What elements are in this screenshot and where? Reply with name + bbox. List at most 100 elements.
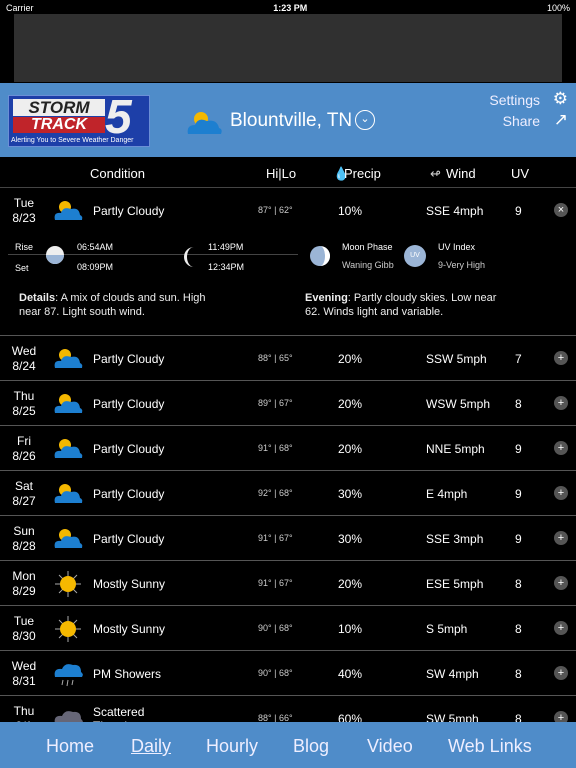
location-name[interactable]: Blountville, TN	[230, 110, 352, 132]
expanded-day: Tue 8/23 Partly Cloudy 87° | 62° 10% SSE …	[0, 188, 576, 335]
col-precip: Precip	[344, 166, 381, 181]
share-button[interactable]: Share	[503, 113, 540, 129]
tab-home[interactable]: Home	[46, 736, 94, 757]
gear-icon[interactable]: ⚙	[553, 89, 568, 109]
day: Tue	[13, 196, 35, 210]
tab-hourly[interactable]: Hourly	[206, 736, 258, 757]
partly-cloudy-icon	[52, 346, 84, 373]
table-row[interactable]: Wed 8/31 PM Showers 90° | 68° 40% SW 4mph…	[0, 650, 576, 695]
precip: 40%	[338, 667, 363, 681]
showers-icon	[52, 661, 84, 690]
table-row[interactable]: Sat 8/27 Partly Cloudy 92° | 68° 30% E 4m…	[0, 470, 576, 515]
tab-video[interactable]: Video	[367, 736, 413, 757]
hilo: 91° | 67°	[258, 533, 293, 543]
moonrise: 11:49PM	[208, 242, 244, 252]
expand-button[interactable]: +	[554, 531, 568, 545]
day: Thu	[13, 704, 35, 718]
day: Fri	[17, 434, 31, 448]
date: 8/28	[12, 539, 36, 553]
expand-button[interactable]: +	[554, 441, 568, 455]
wind: E 4mph	[426, 487, 468, 501]
col-uv: UV	[511, 166, 530, 181]
table-row[interactable]: Tue 8/23 Partly Cloudy 87° | 62° 10% SSE …	[0, 188, 576, 233]
rise-label: Rise	[15, 242, 34, 252]
tab-daily[interactable]: Daily	[131, 736, 171, 757]
uv: 8	[515, 577, 522, 591]
condition: Mostly Sunny	[93, 577, 166, 591]
uv: 9	[515, 204, 522, 218]
expand-button[interactable]: +	[554, 576, 568, 590]
collapse-button[interactable]: ×	[554, 203, 568, 217]
partly-cloudy-icon	[52, 481, 84, 508]
wind-icon: ↫	[430, 166, 441, 181]
table-row[interactable]: Wed 8/24 Partly Cloudy 88° | 65° 20% SSW …	[0, 335, 576, 380]
col-condition: Condition	[90, 166, 145, 181]
tab-blog[interactable]: Blog	[293, 736, 329, 757]
table-row[interactable]: Sun 8/28 Partly Cloudy 91° | 67° 30% SSE …	[0, 515, 576, 560]
date: 8/25	[12, 404, 36, 418]
partly-cloudy-icon	[52, 436, 84, 463]
day: Wed	[11, 659, 37, 673]
wind: SW 4mph	[426, 667, 479, 681]
hilo: 90° | 68°	[258, 623, 293, 633]
date: 8/23	[12, 211, 36, 225]
col-hilo: Hi|Lo	[266, 166, 297, 181]
sunset: 08:09PM	[77, 262, 114, 272]
condition: Partly Cloudy	[93, 487, 165, 501]
tab-web-links[interactable]: Web Links	[448, 736, 532, 757]
precip: 10%	[338, 622, 363, 636]
evening-text: Evening: Partly cloudy skies. Low near 6…	[305, 292, 497, 318]
partly-cloudy-icon	[52, 526, 84, 553]
settings-button[interactable]: Settings	[489, 92, 540, 108]
hilo: 92° | 68°	[258, 488, 293, 498]
table-row[interactable]: Fri 8/26 Partly Cloudy 91° | 68° 20% NNE …	[0, 425, 576, 470]
date: 8/30	[12, 629, 36, 643]
condition: Partly Cloudy	[93, 442, 165, 456]
day: Thu	[13, 389, 35, 403]
expand-button[interactable]: +	[554, 621, 568, 635]
precip: 20%	[338, 352, 363, 366]
moon-phase: Waning Gibbous	[342, 260, 394, 270]
condition: Mostly Sunny	[93, 622, 166, 636]
day: Wed	[11, 344, 37, 358]
share-icon[interactable]: ↗	[554, 110, 568, 130]
uv: 7	[515, 352, 522, 366]
table-row[interactable]: Tue 8/30 Mostly Sunny 90° | 68° 10% S 5mp…	[0, 605, 576, 650]
hilo: 91° | 67°	[258, 578, 293, 588]
expand-button[interactable]: +	[554, 351, 568, 365]
sunrise: 06:54AM	[77, 242, 114, 252]
expand-button[interactable]: +	[554, 396, 568, 410]
date: 8/29	[12, 584, 36, 598]
set-label: Set	[15, 263, 29, 273]
precip: 10%	[338, 204, 363, 218]
hilo: 87° | 62°	[258, 205, 293, 215]
expand-button[interactable]: +	[554, 666, 568, 680]
details-text: Details: A mix of clouds and sun. High n…	[19, 292, 206, 318]
wind: ESE 5mph	[426, 577, 484, 591]
carrier: Carrier	[6, 3, 34, 13]
ad-banner[interactable]	[14, 14, 562, 82]
moon-phase-icon	[309, 245, 331, 272]
table-row[interactable]: Thu 8/25 Partly Cloudy 89° | 67° 20% WSW …	[0, 380, 576, 425]
condition: Partly Cloudy	[93, 532, 165, 546]
uv-icon: UV	[404, 245, 426, 267]
table-row[interactable]: Mon 8/29 Mostly Sunny 91° | 67° 20% ESE 5…	[0, 560, 576, 605]
sun-icon	[44, 244, 66, 271]
expand-button[interactable]: +	[554, 486, 568, 500]
day: Sat	[14, 479, 33, 493]
sunny-icon	[52, 616, 84, 645]
date: 8/27	[12, 494, 36, 508]
sunny-icon	[52, 571, 84, 600]
hilo: 88° | 65°	[258, 353, 293, 363]
condition: PM Showers	[93, 667, 162, 681]
moon-icon	[182, 246, 198, 273]
header: STORM TRACK 5 Alerting You to Severe Weath…	[0, 83, 576, 157]
date: 8/31	[12, 674, 36, 688]
wind: NNE 5mph	[426, 442, 485, 456]
hilo: 89° | 67°	[258, 398, 293, 408]
tab-bar: Home Daily Hourly Blog Video Web Links	[0, 722, 576, 768]
moon-phase-label: Moon Phase	[342, 242, 393, 252]
chevron-down-icon[interactable]: ⌄	[355, 110, 375, 130]
col-wind: Wind	[446, 166, 476, 181]
wind: SSW 5mph	[426, 352, 487, 366]
